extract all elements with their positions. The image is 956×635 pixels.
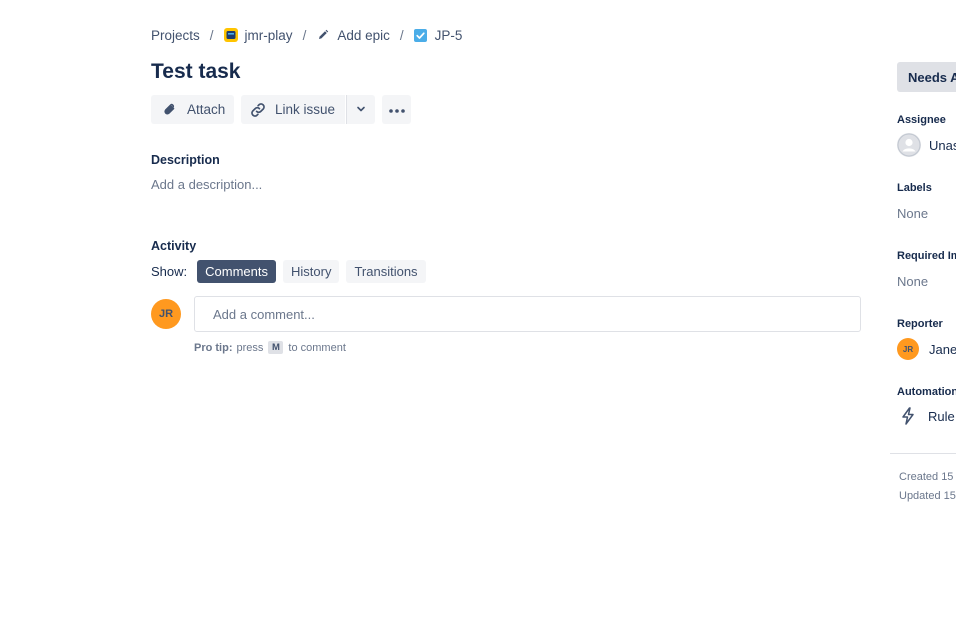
show-label: Show: (151, 264, 188, 279)
project-icon (223, 28, 238, 42)
assignee-field[interactable]: Unas (897, 133, 956, 157)
description-field[interactable]: Add a description... (151, 177, 262, 192)
comment-pro-tip: Pro tip: press M to comment (194, 341, 346, 354)
required-field-label: Required Im (897, 250, 956, 262)
labels-label: Labels (897, 182, 932, 194)
breadcrumb-separator: / (302, 27, 307, 43)
breadcrumb: Projects / jmr-play / Add epic / JP-5 (151, 26, 462, 44)
more-actions-button[interactable] (382, 95, 411, 124)
automation-value: Rule e (928, 408, 956, 424)
unassigned-avatar-icon (897, 133, 921, 157)
filter-history-button[interactable]: History (283, 260, 340, 283)
required-field-value[interactable]: None (897, 274, 928, 289)
reporter-avatar: JR (897, 338, 919, 360)
protip-label: Pro tip: (194, 341, 233, 354)
attach-label: Attach (187, 102, 226, 117)
breadcrumb-add-epic[interactable]: Add epic (316, 28, 390, 43)
updated-date: Updated 15 (899, 490, 956, 502)
filter-comments-button[interactable]: Comments (197, 260, 276, 283)
protip-after: to comment (288, 341, 346, 354)
more-icon (388, 102, 406, 117)
status-dropdown-button[interactable]: Needs A (897, 62, 956, 92)
current-user-avatar: JR (151, 299, 181, 329)
breadcrumb-issue-key: JP-5 (434, 27, 463, 43)
keyboard-key: M (268, 341, 284, 354)
assignee-value: Unas (929, 137, 956, 153)
link-icon (249, 101, 267, 119)
activity-filter-row: Show: Comments History Transitions (151, 260, 433, 283)
task-checkbox-icon (414, 28, 428, 42)
sidebar-divider (890, 453, 956, 454)
paperclip-icon (161, 101, 179, 119)
protip-text: press (236, 341, 264, 354)
automation-rule-link[interactable]: Rule e (897, 407, 956, 425)
assignee-label: Assignee (897, 114, 946, 126)
labels-field[interactable]: None (897, 206, 928, 221)
attach-button[interactable]: Attach (151, 95, 234, 124)
filter-transitions-button[interactable]: Transitions (346, 260, 426, 283)
created-date: Created 15 (899, 471, 954, 483)
description-heading: Description (151, 153, 220, 167)
breadcrumb-separator: / (209, 27, 214, 43)
reporter-value: Jane (929, 341, 956, 357)
link-issue-label: Link issue (275, 102, 336, 117)
link-issue-dropdown-button[interactable] (346, 95, 375, 124)
chevron-down-icon (356, 102, 366, 117)
pencil-icon (316, 28, 330, 42)
link-issue-button[interactable]: Link issue (241, 95, 345, 124)
breadcrumb-separator: / (399, 27, 404, 43)
breadcrumb-projects[interactable]: Projects (151, 28, 200, 43)
breadcrumb-add-epic-label: Add epic (337, 27, 390, 43)
issue-title[interactable]: Test task (151, 58, 241, 86)
breadcrumb-project-label: jmr-play (244, 27, 293, 43)
add-comment-input[interactable]: Add a comment... (194, 296, 861, 332)
breadcrumb-issue[interactable]: JP-5 (414, 27, 463, 43)
automation-label: Automation (897, 386, 956, 398)
activity-heading: Activity (151, 239, 197, 253)
reporter-label: Reporter (897, 318, 943, 330)
link-issue-group: Link issue (241, 95, 375, 124)
issue-toolbar: Attach Link issue (151, 95, 411, 124)
reporter-field[interactable]: JR Jane (897, 338, 956, 360)
lightning-bolt-icon (899, 407, 917, 425)
breadcrumb-project[interactable]: jmr-play (223, 27, 293, 43)
